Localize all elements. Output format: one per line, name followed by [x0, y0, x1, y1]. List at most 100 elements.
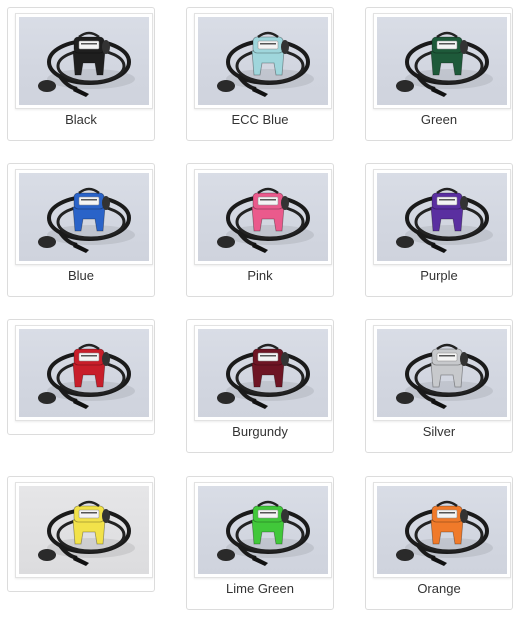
label-plate [436, 196, 458, 206]
motor-end [102, 352, 110, 366]
product-card-red[interactable] [7, 319, 155, 435]
product-label-green: Green [420, 112, 458, 127]
product-label-orange: Orange [417, 581, 461, 596]
product-card-burgundy[interactable]: Burgundy [186, 319, 334, 453]
handle-icon [257, 343, 279, 351]
label-plate [257, 40, 279, 50]
label-plate [78, 40, 100, 50]
label-plate [78, 509, 100, 519]
motor-end [460, 352, 468, 366]
product-card-pink[interactable]: Pink [186, 163, 334, 297]
product-image-blue[interactable] [15, 169, 153, 265]
product-label-burgundy: Burgundy [232, 424, 288, 439]
product-label-ecc-blue: ECC Blue [231, 112, 289, 127]
label-text [81, 512, 97, 514]
product-image-green[interactable] [373, 13, 511, 109]
label-text [439, 512, 455, 514]
label-text [260, 199, 276, 201]
label-text [260, 512, 276, 514]
dryer-illustration [38, 187, 135, 253]
product-label-lime-green: Lime Green [226, 581, 294, 596]
filter-disc-icon [217, 549, 235, 561]
motor-end [102, 196, 110, 210]
filter-disc-icon [38, 392, 56, 404]
motor-end [460, 509, 468, 523]
label-text [439, 355, 455, 357]
product-card-orange[interactable]: Orange [365, 476, 513, 610]
product-label-purple: Purple [420, 268, 458, 283]
label-text [260, 43, 276, 45]
dryer-illustration [38, 500, 135, 566]
filter-disc-icon [396, 80, 414, 92]
handle-icon [436, 500, 458, 508]
product-image-red[interactable] [15, 325, 153, 421]
product-label-black: Black [65, 112, 97, 127]
label-text [81, 199, 97, 201]
dryer-illustration [217, 31, 314, 97]
handle-icon [78, 187, 100, 195]
product-card-ecc-blue[interactable]: ECC Blue [186, 7, 334, 141]
filter-disc-icon [38, 80, 56, 92]
handle-icon [436, 343, 458, 351]
handle-icon [78, 31, 100, 39]
label-plate [257, 509, 279, 519]
filter-disc-icon [217, 80, 235, 92]
label-plate [78, 196, 100, 206]
handle-icon [436, 31, 458, 39]
product-image-yellow[interactable] [15, 482, 153, 578]
label-text [439, 199, 455, 201]
handle-icon [257, 187, 279, 195]
filter-disc-icon [38, 549, 56, 561]
label-plate [436, 40, 458, 50]
product-image-purple[interactable] [373, 169, 511, 265]
filter-disc-icon [396, 549, 414, 561]
product-card-lime-green[interactable]: Lime Green [186, 476, 334, 610]
label-text [81, 43, 97, 45]
dryer-illustration [396, 31, 493, 97]
motor-end [102, 509, 110, 523]
product-card-black[interactable]: Black [7, 7, 155, 141]
label-text [439, 43, 455, 45]
dryer-illustration [217, 187, 314, 253]
product-image-ecc-blue[interactable] [194, 13, 332, 109]
motor-end [281, 40, 289, 54]
dryer-illustration [396, 187, 493, 253]
product-image-pink[interactable] [194, 169, 332, 265]
dryer-illustration [38, 343, 135, 409]
product-image-silver[interactable] [373, 325, 511, 421]
motor-end [281, 352, 289, 366]
label-plate [436, 352, 458, 362]
product-card-blue[interactable]: Blue [7, 163, 155, 297]
filter-disc-icon [217, 392, 235, 404]
product-card-silver[interactable]: Silver [365, 319, 513, 453]
product-image-orange[interactable] [373, 482, 511, 578]
label-plate [257, 352, 279, 362]
dryer-illustration [396, 500, 493, 566]
product-label-pink: Pink [247, 268, 273, 283]
product-card-yellow[interactable] [7, 476, 155, 592]
handle-icon [257, 31, 279, 39]
product-label-blue: Blue [67, 268, 95, 283]
dryer-illustration [217, 500, 314, 566]
product-card-purple[interactable]: Purple [365, 163, 513, 297]
product-image-lime-green[interactable] [194, 482, 332, 578]
motor-end [281, 509, 289, 523]
dryer-illustration [217, 343, 314, 409]
dryer-illustration [396, 343, 493, 409]
handle-icon [257, 500, 279, 508]
handle-icon [436, 187, 458, 195]
label-text [260, 355, 276, 357]
filter-disc-icon [38, 236, 56, 248]
motor-end [102, 40, 110, 54]
filter-disc-icon [396, 236, 414, 248]
product-image-burgundy[interactable] [194, 325, 332, 421]
label-plate [257, 196, 279, 206]
label-plate [78, 352, 100, 362]
product-label-silver: Silver [422, 424, 456, 439]
motor-end [460, 196, 468, 210]
motor-end [281, 196, 289, 210]
product-image-black[interactable] [15, 13, 153, 109]
dryer-illustration [38, 31, 135, 97]
filter-disc-icon [217, 236, 235, 248]
product-card-green[interactable]: Green [365, 7, 513, 141]
